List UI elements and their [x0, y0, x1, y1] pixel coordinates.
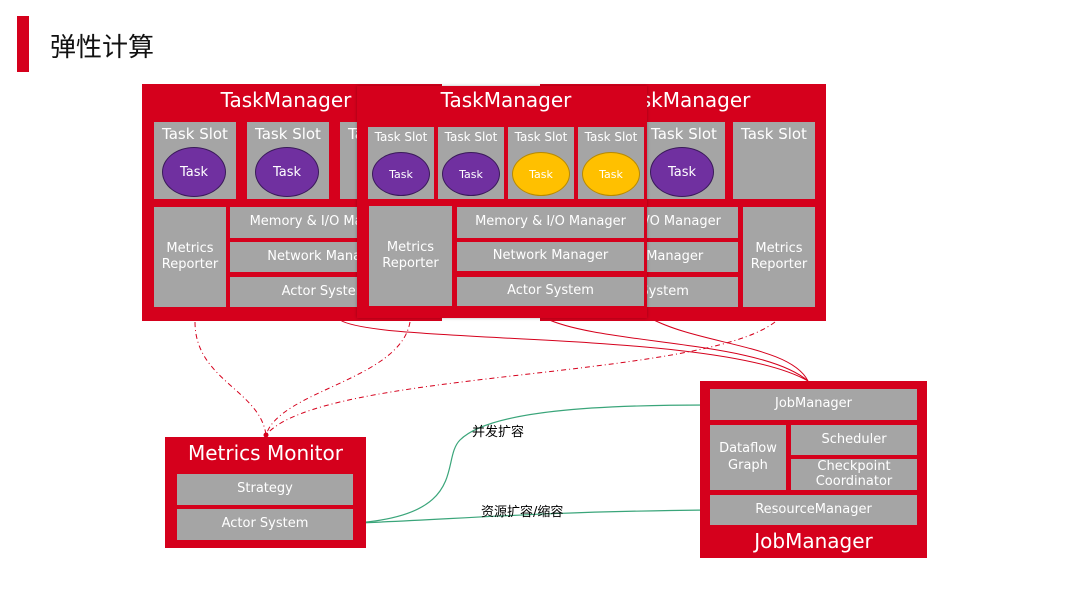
- metrics-monitor-title: Metrics Monitor: [188, 441, 343, 465]
- metrics-reporter: Metrics Reporter: [154, 207, 226, 307]
- control-edge-tm2: [544, 317, 809, 382]
- checkpoint-coordinator: Checkpoint Coordinator: [791, 459, 917, 490]
- task-node-new: Task: [582, 152, 640, 196]
- slide: 弹性计算 TaskManager Task Slot Task Task Slo…: [0, 0, 1080, 608]
- task-node: Task: [255, 147, 319, 197]
- actor-system: Actor System: [177, 509, 353, 540]
- task-node: Task: [162, 147, 226, 197]
- strategy: Strategy: [177, 474, 353, 505]
- metrics-edge-tm1: [194, 321, 269, 438]
- control-edge-tm1: [339, 319, 809, 382]
- parallel-scale-label: 并发扩容: [472, 425, 525, 440]
- dataflow-graph: Dataflow Graph: [710, 425, 786, 490]
- metrics-reporter: Metrics Reporter: [743, 207, 815, 307]
- task-node: Task: [650, 147, 714, 197]
- metrics-edge-tm1b: [265, 321, 411, 436]
- task-node-new: Task: [512, 152, 570, 196]
- metrics-monitor: Metrics Monitor Strategy Actor System: [165, 437, 366, 548]
- task-node: Task: [442, 152, 500, 196]
- memory-io-manager: Memory & I/O Manager: [457, 207, 644, 238]
- job-manager-inner: JobManager: [710, 389, 917, 420]
- job-manager-title: JobManager: [754, 529, 873, 553]
- task-manager-2: TaskManager Task Slot Task Task Slot Tas…: [357, 86, 647, 318]
- task-manager-title: TaskManager: [440, 88, 572, 112]
- scheduler: Scheduler: [791, 425, 917, 455]
- task-slot: Task Slot: [733, 122, 815, 199]
- task-node: Task: [372, 152, 430, 196]
- metrics-reporter: Metrics Reporter: [369, 206, 452, 306]
- resource-manager: ResourceManager: [710, 495, 917, 525]
- network-manager: Network Manager: [457, 242, 644, 271]
- job-manager: JobManager Dataflow Graph Scheduler Chec…: [700, 381, 927, 558]
- resource-scale-label: 资源扩容/缩容: [481, 505, 564, 520]
- actor-system: Actor System: [457, 277, 644, 306]
